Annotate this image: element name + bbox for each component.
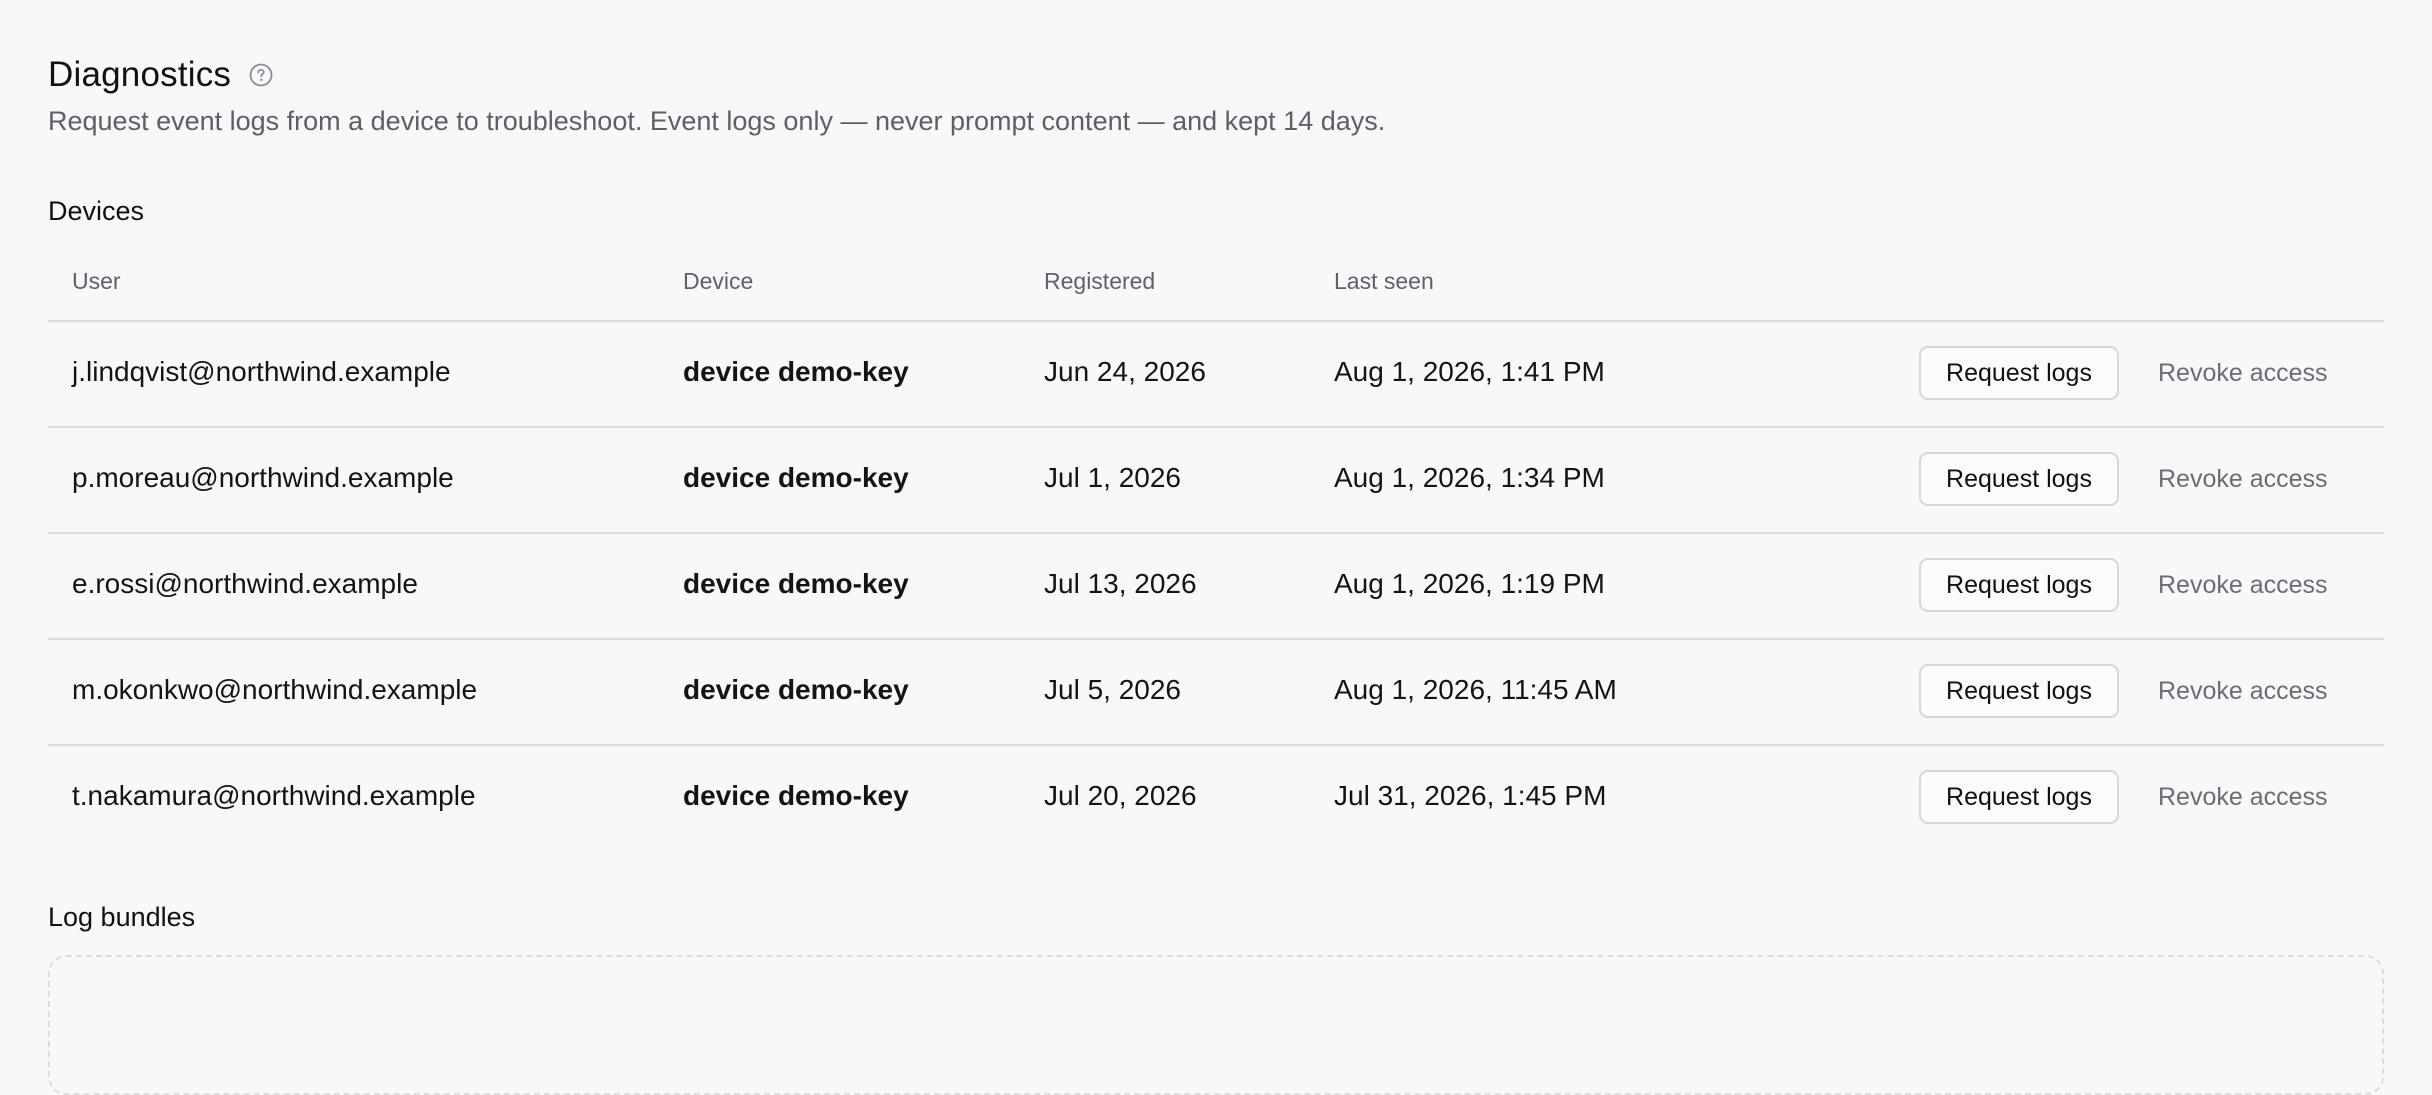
last-seen-date: Aug 1, 2026, 1:19 PM bbox=[1334, 568, 1605, 599]
registered-date: Jun 24, 2026 bbox=[1044, 356, 1206, 387]
device-name: device demo-key bbox=[683, 462, 909, 493]
registered-date: Jul 13, 2026 bbox=[1044, 568, 1197, 599]
registered-date: Jul 1, 2026 bbox=[1044, 462, 1181, 493]
last-seen-date: Aug 1, 2026, 11:45 AM bbox=[1334, 674, 1617, 705]
request-logs-button[interactable]: Request logs bbox=[1919, 452, 2119, 506]
column-header-registered: Registered bbox=[1044, 268, 1156, 294]
page-header: Diagnostics bbox=[48, 52, 273, 98]
log-bundles-empty-area bbox=[48, 955, 2384, 1095]
revoke-access-button[interactable]: Revoke access bbox=[2158, 452, 2328, 506]
last-seen-date: Aug 1, 2026, 1:34 PM bbox=[1334, 462, 1605, 493]
user-email: t.nakamura@northwind.example bbox=[72, 780, 476, 811]
table-row: m.okonkwo@northwind.example device demo-… bbox=[48, 640, 2384, 746]
device-name: device demo-key bbox=[683, 356, 909, 387]
column-header-device: Device bbox=[683, 268, 754, 294]
last-seen-date: Jul 31, 2026, 1:45 PM bbox=[1334, 780, 1607, 811]
registered-date: Jul 20, 2026 bbox=[1044, 780, 1197, 811]
table-header: User Device Registered Last seen bbox=[48, 250, 2384, 322]
page-subtitle: Request event logs from a device to trou… bbox=[48, 106, 1386, 136]
column-header-user: User bbox=[72, 268, 121, 294]
request-logs-button[interactable]: Request logs bbox=[1919, 770, 2119, 824]
user-email: m.okonkwo@northwind.example bbox=[72, 674, 478, 705]
page-title: Diagnostics bbox=[48, 55, 232, 94]
table-row: t.nakamura@northwind.example device demo… bbox=[48, 746, 2384, 850]
last-seen-date: Aug 1, 2026, 1:41 PM bbox=[1334, 356, 1605, 387]
request-logs-button[interactable]: Request logs bbox=[1919, 346, 2119, 400]
request-logs-button[interactable]: Request logs bbox=[1919, 558, 2119, 612]
revoke-access-button[interactable]: Revoke access bbox=[2158, 664, 2328, 718]
revoke-access-button[interactable]: Revoke access bbox=[2158, 770, 2328, 824]
column-header-last-seen: Last seen bbox=[1334, 268, 1434, 294]
revoke-access-button[interactable]: Revoke access bbox=[2158, 558, 2328, 612]
device-name: device demo-key bbox=[683, 780, 909, 811]
user-email: e.rossi@northwind.example bbox=[72, 568, 418, 599]
user-email: p.moreau@northwind.example bbox=[72, 462, 454, 493]
help-circle-icon-graphic bbox=[249, 63, 273, 87]
devices-section-title: Devices bbox=[48, 196, 145, 226]
help-circle-icon[interactable] bbox=[249, 63, 273, 87]
table-row: e.rossi@northwind.example device demo-ke… bbox=[48, 534, 2384, 640]
table-row: j.lindqvist@northwind.example device dem… bbox=[48, 322, 2384, 428]
device-name: device demo-key bbox=[683, 568, 909, 599]
request-logs-button[interactable]: Request logs bbox=[1919, 664, 2119, 718]
devices-table: User Device Registered Last seen j.lindq… bbox=[48, 250, 2384, 850]
registered-date: Jul 5, 2026 bbox=[1044, 674, 1181, 705]
user-email: j.lindqvist@northwind.example bbox=[72, 356, 451, 387]
device-name: device demo-key bbox=[683, 674, 909, 705]
table-row: p.moreau@northwind.example device demo-k… bbox=[48, 428, 2384, 534]
revoke-access-button[interactable]: Revoke access bbox=[2158, 346, 2328, 400]
log-bundles-section-title: Log bundles bbox=[48, 902, 196, 932]
